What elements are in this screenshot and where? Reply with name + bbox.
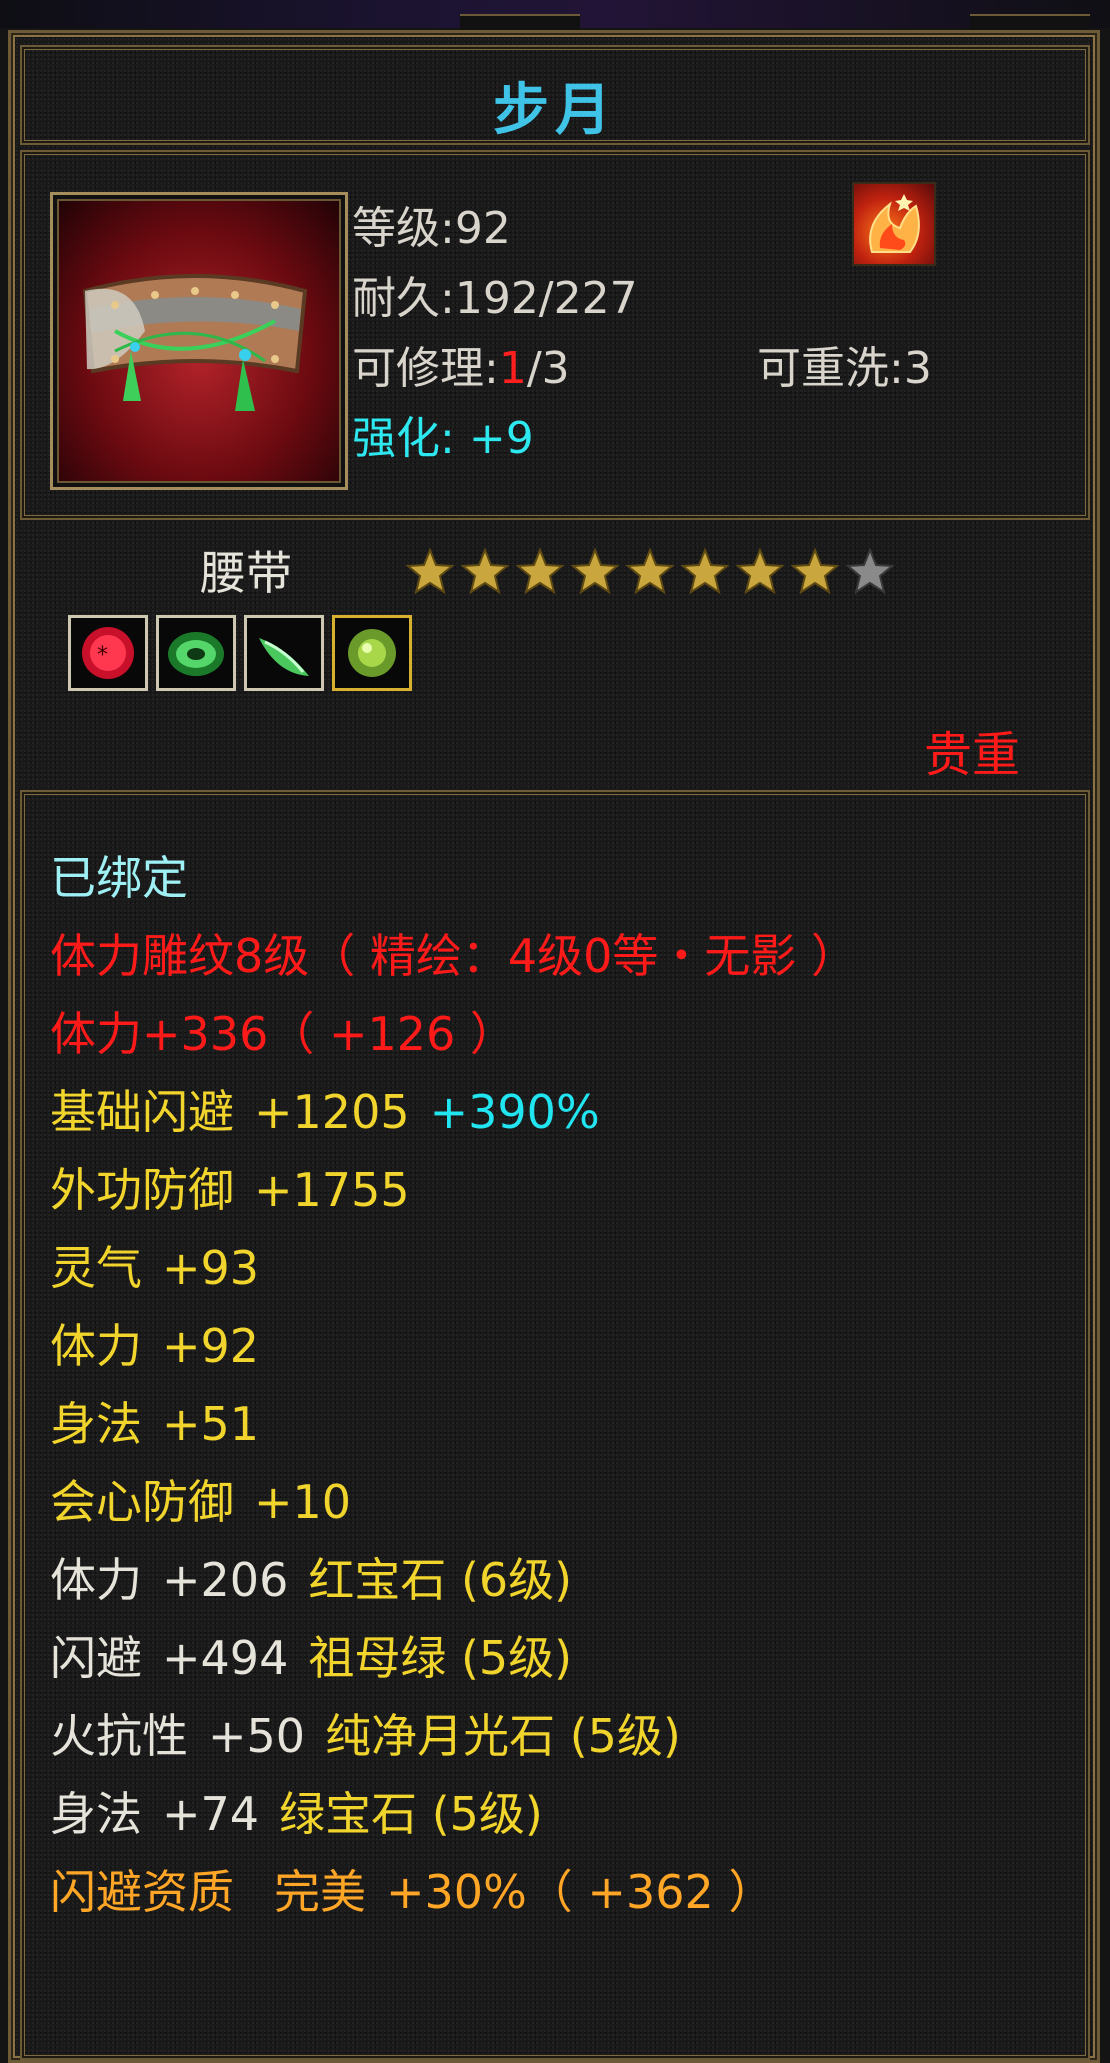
dodge-quality-line: 闪避资质 完美 +30%（ +362 ） xyxy=(50,1856,774,1922)
level-label: 等级 xyxy=(352,203,440,254)
gem-stat-value: +206 xyxy=(162,1553,289,1607)
star-filled-icon xyxy=(460,547,510,595)
attributes-panel: 已绑定 体力雕纹8级（ 精绘：4级0等・无影 ） 体力+336（ +126 ） … xyxy=(20,790,1090,2060)
star-filled-icon xyxy=(680,547,730,595)
attr-line: 会心防御 +10 xyxy=(50,1466,351,1532)
top-window-strip xyxy=(0,0,1110,30)
engrave-line: 体力雕纹8级（ 精绘：4级0等・无影 ） xyxy=(50,929,858,983)
attr-label: 身法 xyxy=(50,1397,142,1451)
stamina-bonus-line: 体力+336（ +126 ） xyxy=(50,1007,516,1061)
flame-badge-icon[interactable] xyxy=(852,182,936,266)
attr-line: 身法 +51 xyxy=(50,1388,259,1454)
flame-glyph-icon xyxy=(869,194,920,253)
gem-name: 绿宝石 (5级) xyxy=(279,1787,543,1841)
quality-value: +30%（ +362 ） xyxy=(386,1865,775,1919)
green-pearl-icon xyxy=(348,629,396,677)
green-jade-icon xyxy=(259,638,309,676)
level-line: 等级:92 xyxy=(352,192,511,256)
durability-line: 耐久:192/227 xyxy=(352,262,638,326)
item-type: 腰带 xyxy=(200,546,292,600)
gem-stat-value: +494 xyxy=(162,1631,289,1685)
attr-value: +10 xyxy=(254,1475,352,1529)
gem-name: 纯净月光石 (5级) xyxy=(325,1709,681,1763)
star-empty-icon xyxy=(845,547,895,595)
gem-slot-pearl[interactable] xyxy=(332,615,412,691)
star-filled-icon xyxy=(790,547,840,595)
bound-status: 已绑定 xyxy=(50,851,188,905)
green-gem-icon xyxy=(168,632,224,676)
star-filled-icon xyxy=(515,547,565,595)
gem-name: 红宝石 (6级) xyxy=(308,1553,573,1607)
attr-label: 外功防御 xyxy=(50,1163,234,1217)
gem-stat-line: 身法 +74 绿宝石 (5级) xyxy=(50,1778,543,1844)
attr-label: 灵气 xyxy=(50,1241,142,1295)
star-filled-icon xyxy=(625,547,675,595)
gem-stat-label: 火抗性 xyxy=(50,1709,188,1763)
rewash-line: 可重洗:3 xyxy=(757,332,932,396)
quality-label: 闪避资质 xyxy=(50,1865,234,1919)
title-panel: 步月 xyxy=(20,45,1090,145)
rarity-label: 贵重 xyxy=(923,727,1020,783)
item-icon-frame[interactable] xyxy=(50,192,348,490)
attr-line: 体力 +92 xyxy=(50,1310,259,1376)
red-gem-icon: * xyxy=(82,627,134,679)
gem-stat-label: 体力 xyxy=(50,1553,142,1607)
gem-stat-line: 火抗性 +50 纯净月光石 (5级) xyxy=(50,1700,681,1766)
base-dodge-value: +1205 xyxy=(254,1085,410,1139)
attr-label: 会心防御 xyxy=(50,1475,234,1529)
attr-line: 灵气 +93 xyxy=(50,1232,259,1298)
top-tab-edge xyxy=(460,14,580,30)
rewash-label: 可重洗 xyxy=(757,343,889,394)
gem-name: 祖母绿 (5级) xyxy=(308,1631,573,1685)
attr-value: +51 xyxy=(162,1397,260,1451)
base-dodge-label: 基础闪避 xyxy=(50,1085,234,1139)
attr-value: +1755 xyxy=(254,1163,410,1217)
star-filled-icon xyxy=(405,547,455,595)
attr-value: +92 xyxy=(162,1319,260,1373)
attr-line: 外功防御 +1755 xyxy=(50,1154,410,1220)
repair-current: 1 xyxy=(498,343,527,394)
svg-text:*: * xyxy=(97,643,108,668)
level-value: :92 xyxy=(440,203,511,254)
repair-label: 可修理 xyxy=(352,343,484,394)
repair-line: 可修理:1/3 xyxy=(352,332,570,396)
star-filled-icon xyxy=(570,547,620,595)
gem-slot-red[interactable]: * xyxy=(68,615,148,691)
item-name: 步月 xyxy=(493,78,617,143)
attr-value: +93 xyxy=(162,1241,260,1295)
top-tab-edge xyxy=(970,14,1090,30)
gem-stat-line: 体力 +206 红宝石 (6级) xyxy=(50,1544,572,1610)
enhance-label: 强化: xyxy=(352,413,455,464)
gem-stat-label: 闪避 xyxy=(50,1631,142,1685)
durability-label: 耐久 xyxy=(352,273,440,324)
quality-grade: 完美 xyxy=(274,1865,366,1919)
item-type-panel: 腰带 * 贵重 xyxy=(20,525,1090,790)
rewash-value: :3 xyxy=(889,343,932,394)
star-filled-icon xyxy=(735,547,785,595)
attr-label: 体力 xyxy=(50,1319,142,1373)
gem-slot-jade[interactable] xyxy=(244,615,324,691)
repair-total: /3 xyxy=(526,343,570,394)
enhance-value: +9 xyxy=(468,413,534,464)
gem-slot-green[interactable] xyxy=(156,615,236,691)
gem-stat-line: 闪避 +494 祖母绿 (5级) xyxy=(50,1622,572,1688)
belt-icon xyxy=(82,274,308,411)
base-dodge-percent: +390% xyxy=(429,1085,600,1139)
gem-stat-label: 身法 xyxy=(50,1787,142,1841)
gem-stat-value: +50 xyxy=(208,1709,306,1763)
enhance-line: 强化: +9 xyxy=(352,402,534,466)
gem-stat-value: +74 xyxy=(162,1787,260,1841)
base-dodge-line: 基础闪避 +1205 +390% xyxy=(50,1076,600,1142)
repair-prefix: : xyxy=(484,343,499,394)
item-info-panel: 等级:92 耐久:192/227 可修理:1/3 可重洗:3 强化: +9 xyxy=(20,150,1090,520)
durability-value: :192/227 xyxy=(440,273,638,324)
